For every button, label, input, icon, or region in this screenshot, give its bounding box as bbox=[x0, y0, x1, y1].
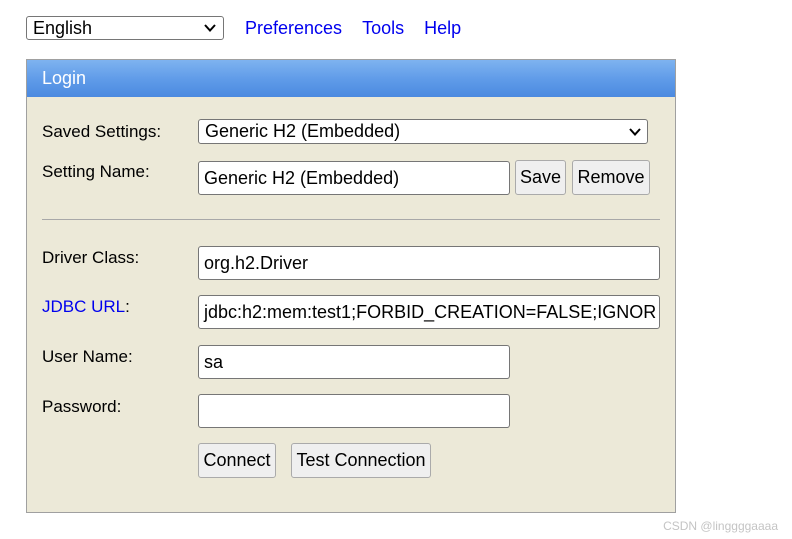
saved-settings-select[interactable]: Generic H2 (Embedded) bbox=[198, 119, 648, 144]
watermark: CSDN @linggggaaaa bbox=[663, 519, 778, 533]
tools-link[interactable]: Tools bbox=[362, 18, 404, 39]
setting-name-input[interactable]: Generic H2 (Embedded) bbox=[198, 161, 510, 195]
top-bar: English Preferences Tools Help bbox=[26, 15, 461, 41]
save-button[interactable]: Save bbox=[515, 160, 566, 195]
password-input[interactable] bbox=[198, 394, 510, 428]
preferences-link[interactable]: Preferences bbox=[245, 18, 342, 39]
jdbc-url-label: JDBC URL: bbox=[42, 297, 130, 317]
test-connection-button[interactable]: Test Connection bbox=[291, 443, 431, 478]
login-panel: Login Saved Settings: Generic H2 (Embedd… bbox=[26, 59, 676, 513]
connect-button[interactable]: Connect bbox=[198, 443, 276, 478]
login-title: Login bbox=[42, 68, 87, 88]
jdbc-url-link[interactable]: JDBC URL bbox=[42, 297, 125, 316]
remove-button[interactable]: Remove bbox=[572, 160, 650, 195]
jdbc-url-colon: : bbox=[125, 297, 130, 316]
setting-name-label: Setting Name: bbox=[42, 162, 150, 181]
saved-settings-label: Saved Settings: bbox=[42, 122, 162, 141]
language-select-value: English bbox=[33, 17, 93, 38]
help-link[interactable]: Help bbox=[424, 18, 461, 39]
driver-class-label: Driver Class: bbox=[42, 248, 140, 267]
user-name-input[interactable]: sa bbox=[198, 345, 510, 379]
language-select[interactable]: English bbox=[26, 16, 224, 40]
chevron-down-icon bbox=[629, 127, 641, 136]
login-panel-header: Login bbox=[27, 60, 675, 97]
jdbc-url-input[interactable]: jdbc:h2:mem:test1;FORBID_CREATION=FALSE;… bbox=[198, 295, 660, 329]
password-label: Password: bbox=[42, 397, 122, 416]
user-name-label: User Name: bbox=[42, 347, 133, 366]
saved-settings-value: Generic H2 (Embedded) bbox=[205, 121, 401, 141]
driver-class-input[interactable]: org.h2.Driver bbox=[198, 246, 660, 280]
chevron-down-icon bbox=[204, 24, 216, 32]
divider bbox=[42, 219, 660, 220]
